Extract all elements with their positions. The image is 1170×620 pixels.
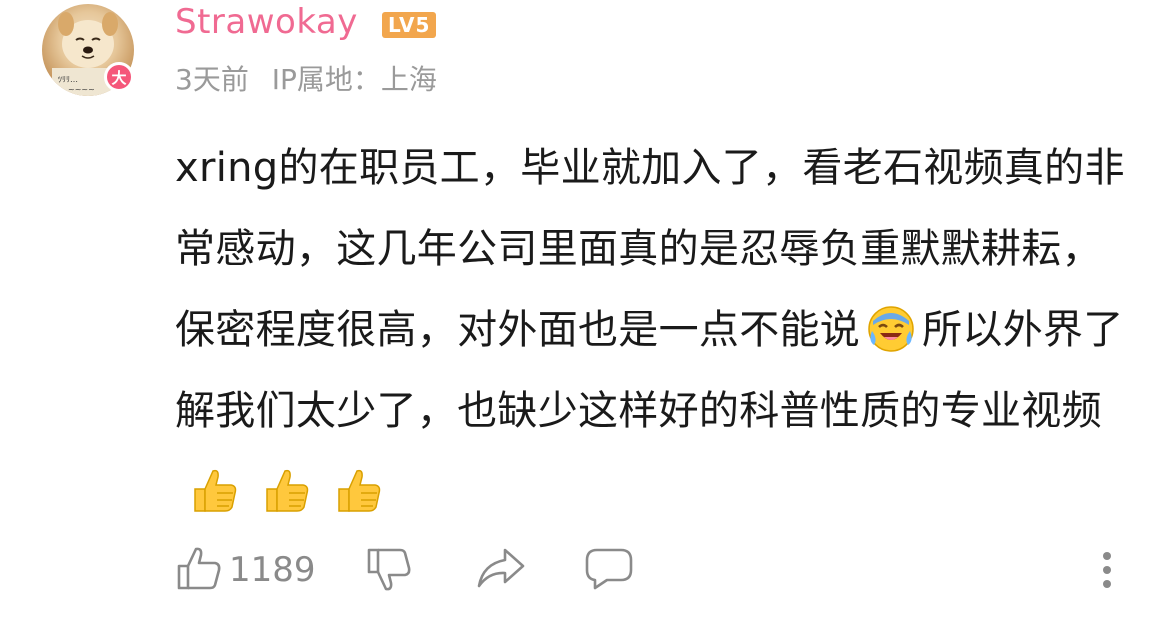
- comment-time: 3天前: [175, 63, 249, 96]
- share-icon: [475, 544, 527, 596]
- ip-location: IP属地：上海: [271, 63, 437, 96]
- like-icon: [175, 544, 223, 596]
- laughing-tears-emoji: [864, 301, 918, 355]
- more-icon: [1097, 548, 1117, 596]
- comment-actions: 1189: [175, 544, 1135, 598]
- dislike-icon: [365, 544, 413, 596]
- reply-icon: [583, 544, 635, 596]
- comment-body: xring的在职员工，毕业就加入了，看老石视频真的非常感动，这几年公司里面真的是…: [175, 128, 1135, 533]
- avatar-badge: 大: [104, 62, 134, 92]
- thumbs-up-emoji: [331, 463, 385, 517]
- svg-text:ﾂﾘﾘ…: ﾂﾘﾘ…: [58, 75, 78, 84]
- more-button[interactable]: [1097, 548, 1117, 596]
- comment-meta: 3天前 IP属地：上海: [175, 58, 451, 98]
- share-button[interactable]: [475, 544, 527, 596]
- thumbs-up-emoji: [187, 463, 241, 517]
- like-button[interactable]: 1189: [175, 544, 316, 596]
- username[interactable]: Strawokay: [175, 2, 358, 42]
- level-badge: LV5: [382, 12, 437, 38]
- reply-button[interactable]: [583, 544, 635, 596]
- like-count: 1189: [229, 550, 316, 590]
- svg-text:~~~~: ~~~~: [68, 85, 95, 94]
- thumbs-up-emoji: [259, 463, 313, 517]
- dislike-button[interactable]: [365, 544, 413, 596]
